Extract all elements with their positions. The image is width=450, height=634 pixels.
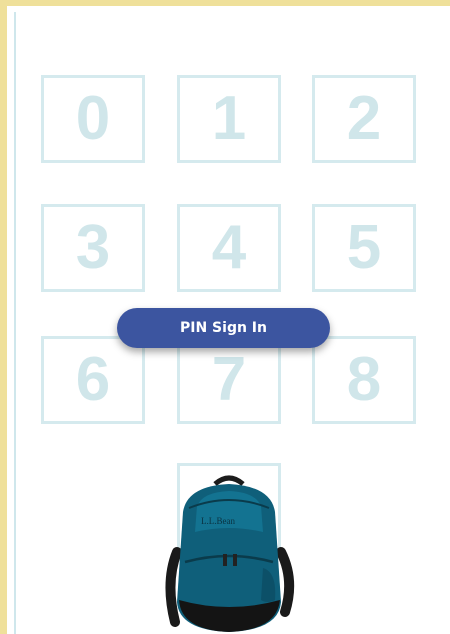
- backpack-icon: L.L.Bean: [165, 475, 295, 632]
- keypad-key-0[interactable]: 0: [41, 75, 145, 163]
- keypad-key-6[interactable]: 6: [41, 336, 145, 424]
- keypad-key-2[interactable]: 2: [312, 75, 416, 163]
- keypad-key-1[interactable]: 1: [177, 75, 281, 163]
- keypad-key-5[interactable]: 5: [312, 204, 416, 292]
- keypad-key-4[interactable]: 4: [177, 204, 281, 292]
- keypad-key-8[interactable]: 8: [312, 336, 416, 424]
- brand-logo-text: L.L.Bean: [201, 516, 235, 526]
- backpack-image: L.L.Bean: [163, 472, 295, 634]
- keypad-key-3[interactable]: 3: [41, 204, 145, 292]
- pin-sign-in-button[interactable]: PIN Sign In: [117, 308, 330, 348]
- keypad-key-7[interactable]: 7: [177, 336, 281, 424]
